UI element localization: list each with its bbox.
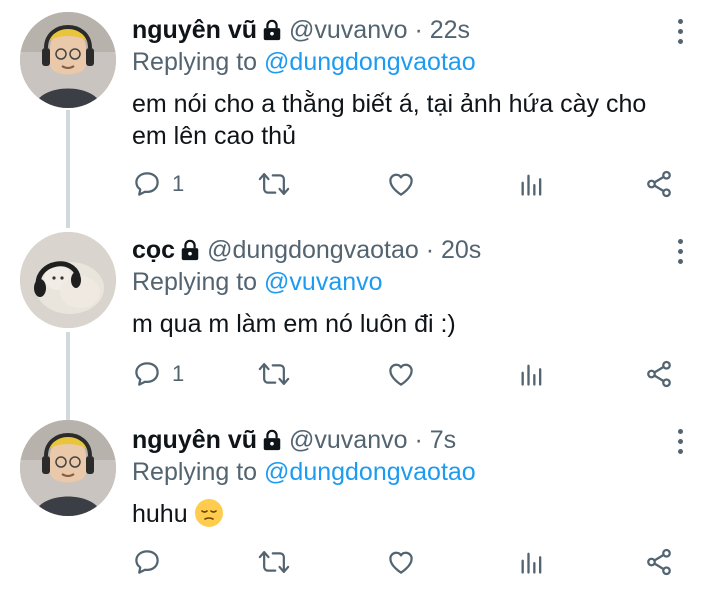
more-vertical-icon[interactable]: [672, 424, 688, 458]
like-button[interactable]: [386, 356, 416, 392]
reply-icon: [132, 359, 162, 389]
retweet-button[interactable]: [258, 356, 290, 392]
like-button[interactable]: [386, 544, 416, 580]
analytics-icon: [518, 169, 546, 199]
avatar[interactable]: [20, 12, 116, 108]
reply-count: 1: [172, 171, 185, 196]
avatar[interactable]: [20, 420, 116, 516]
reply-icon: [132, 169, 162, 199]
avatar[interactable]: [20, 232, 116, 328]
tweet-text: huhu: [132, 498, 692, 536]
analytics-icon: [518, 547, 546, 577]
replying-to-label: Replying to: [132, 48, 258, 76]
retweet-button[interactable]: [258, 544, 290, 580]
tweet-actions: [132, 544, 692, 580]
tweet[interactable]: nguyên vũ @vuvanvo · 7s Replying to @dung…: [0, 410, 720, 590]
separator-dot: ·: [414, 426, 423, 454]
tweet-header: cọc @dungdongvaotao · 20s: [132, 234, 481, 269]
retweet-button[interactable]: [258, 166, 290, 202]
mention-link[interactable]: @dungdongvaotao: [264, 48, 476, 76]
reply-button[interactable]: 1: [132, 166, 184, 202]
analytics-button[interactable]: [518, 166, 546, 202]
analytics-button[interactable]: [518, 356, 546, 392]
share-icon: [644, 359, 674, 389]
replying-to: Replying to @dungdongvaotao: [132, 46, 476, 78]
replying-to: Replying to @vuvanvo: [132, 266, 383, 298]
timestamp[interactable]: 7s: [430, 426, 456, 454]
tweet-text: m qua m làm em nó luôn đi :): [132, 308, 692, 340]
mention-link[interactable]: @vuvanvo: [264, 268, 383, 296]
heart-icon: [386, 169, 416, 199]
separator-dot: ·: [414, 16, 423, 44]
more-vertical-icon[interactable]: [672, 234, 688, 268]
display-name[interactable]: cọc: [132, 236, 175, 264]
tweet[interactable]: nguyên vũ @vuvanvo · 22s Replying to @dun…: [0, 0, 720, 220]
replying-to-label: Replying to: [132, 458, 258, 486]
tweet-header: nguyên vũ @vuvanvo · 22s: [132, 14, 470, 49]
reply-button[interactable]: [132, 544, 172, 580]
timestamp[interactable]: 22s: [430, 16, 470, 44]
retweet-icon: [258, 547, 290, 577]
user-handle[interactable]: @vuvanvo: [289, 16, 408, 44]
tweet-actions: 1: [132, 356, 692, 392]
separator-dot: ·: [425, 236, 435, 264]
retweet-icon: [258, 359, 290, 389]
tweet-actions: 1: [132, 166, 692, 202]
tweet-text-line: em nói cho a thằng biết á, tại ảnh hứa c…: [132, 90, 647, 118]
lock-icon: [261, 17, 283, 49]
reply-count: 1: [172, 361, 185, 386]
tweet-header: nguyên vũ @vuvanvo · 7s: [132, 424, 456, 459]
reply-icon: [132, 547, 162, 577]
analytics-icon: [518, 359, 546, 389]
mention-link[interactable]: @dungdongvaotao: [264, 458, 476, 486]
share-button[interactable]: [644, 166, 674, 202]
timestamp[interactable]: 20s: [441, 236, 481, 264]
like-button[interactable]: [386, 166, 416, 202]
share-button[interactable]: [644, 356, 674, 392]
replying-to-label: Replying to: [132, 268, 258, 296]
lock-icon: [261, 427, 283, 459]
tweet[interactable]: cọc @dungdongvaotao · 20s Replying to @vu…: [0, 220, 720, 410]
lock-icon: [179, 237, 201, 269]
reply-button[interactable]: 1: [132, 356, 184, 392]
tweet-text: em nói cho a thằng biết á, tại ảnh hứa c…: [132, 88, 692, 152]
display-name[interactable]: nguyên vũ: [132, 16, 257, 44]
tweet-text-line: em lên cao thủ: [132, 122, 296, 150]
share-icon: [644, 547, 674, 577]
display-name[interactable]: nguyên vũ: [132, 426, 257, 454]
tweet-text-line: huhu: [132, 500, 188, 528]
user-handle[interactable]: @vuvanvo: [289, 426, 408, 454]
heart-icon: [386, 359, 416, 389]
more-vertical-icon[interactable]: [672, 14, 688, 48]
share-button[interactable]: [644, 544, 674, 580]
replying-to: Replying to @dungdongvaotao: [132, 456, 476, 488]
heart-icon: [386, 547, 416, 577]
analytics-button[interactable]: [518, 544, 546, 580]
share-icon: [644, 169, 674, 199]
pensive-face-emoji: [194, 498, 224, 536]
retweet-icon: [258, 169, 290, 199]
tweet-text-line: m qua m làm em nó luôn đi :): [132, 310, 456, 338]
user-handle[interactable]: @dungdongvaotao: [207, 236, 419, 264]
